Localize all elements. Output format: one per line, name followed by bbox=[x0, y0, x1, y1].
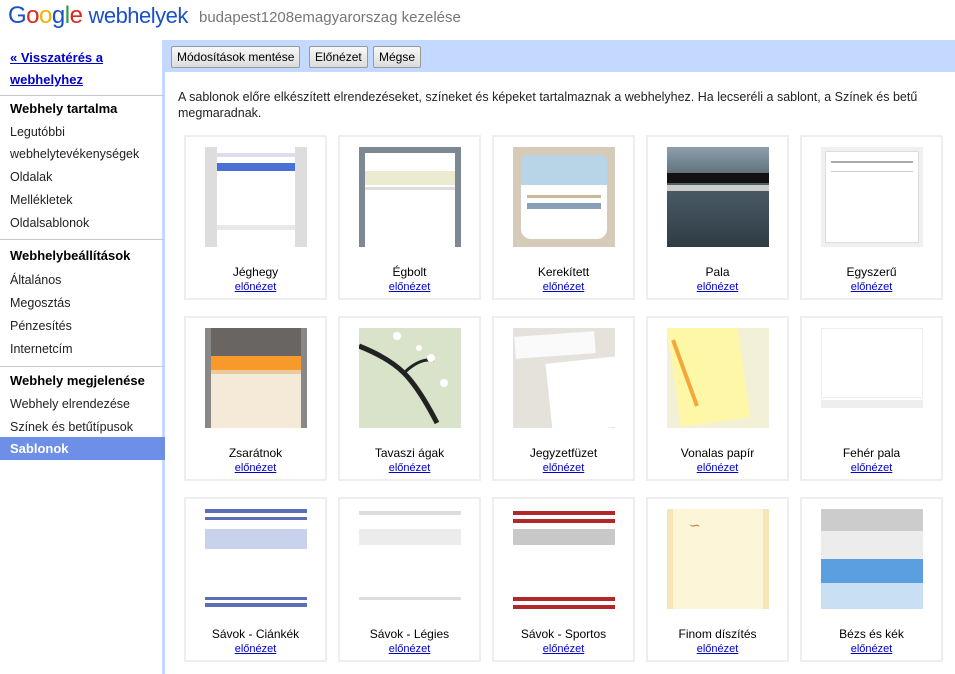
sidebar-item-attachments[interactable]: Mellékletek bbox=[10, 193, 73, 207]
template-name: Jegyzetfüzet bbox=[529, 446, 598, 460]
template-thumbnail[interactable] bbox=[205, 509, 307, 609]
template-name: Pala bbox=[705, 265, 730, 279]
template-card[interactable]: Sávok - Ciánkék előnézet bbox=[184, 497, 327, 662]
template-card[interactable]: Vonalas papír előnézet bbox=[646, 316, 789, 481]
sidebar-heading-settings: Webhelybeállítások bbox=[10, 248, 131, 263]
template-thumbnail[interactable] bbox=[359, 509, 461, 609]
template-preview-link[interactable]: előnézet bbox=[186, 462, 325, 474]
template-thumbnail[interactable] bbox=[205, 147, 307, 247]
sidebar-item-general[interactable]: Általános bbox=[10, 273, 61, 287]
template-thumbnail[interactable] bbox=[667, 328, 769, 428]
main-content: A sablonok előre elkészített elrendezése… bbox=[168, 72, 955, 674]
template-name: Finom díszítés bbox=[678, 627, 757, 641]
template-preview-link[interactable]: előnézet bbox=[186, 281, 325, 293]
template-thumbnail[interactable] bbox=[359, 147, 461, 247]
template-card[interactable]: Tavaszi ágak előnézet bbox=[338, 316, 481, 481]
template-card[interactable]: Jegyzetfüzet előnézet bbox=[492, 316, 635, 481]
template-thumbnail[interactable] bbox=[359, 328, 461, 428]
template-preview-link[interactable]: előnézet bbox=[494, 643, 633, 655]
template-thumbnail[interactable] bbox=[205, 328, 307, 428]
template-name: Sávok - Légies bbox=[369, 627, 450, 641]
template-preview-link[interactable]: előnézet bbox=[802, 643, 941, 655]
sidebar-item-pages[interactable]: Oldalak bbox=[10, 170, 52, 184]
template-name: Fehér pala bbox=[842, 446, 901, 460]
sidebar-heading-appearance: Webhely megjelenése bbox=[10, 373, 145, 388]
template-preview-link[interactable]: előnézet bbox=[186, 643, 325, 655]
back-to-site-link[interactable]: « Visszatérés a webhelyhez bbox=[10, 47, 160, 91]
template-thumbnail[interactable]: ∽ bbox=[667, 509, 769, 609]
template-thumbnail[interactable] bbox=[821, 147, 923, 247]
sidebar-heading-content: Webhely tartalma bbox=[10, 101, 118, 116]
template-card[interactable]: Sávok - Sportos előnézet bbox=[492, 497, 635, 662]
sidebar-divider bbox=[0, 95, 165, 96]
toolbar: Módosítások mentése Előnézet Mégse bbox=[165, 40, 955, 72]
template-name: Vonalas papír bbox=[680, 446, 755, 460]
template-thumbnail[interactable] bbox=[667, 147, 769, 247]
template-card[interactable]: Sávok - Légies előnézet bbox=[338, 497, 481, 662]
template-preview-link[interactable]: előnézet bbox=[340, 281, 479, 293]
template-name: Jéghegy bbox=[232, 265, 279, 279]
template-card[interactable]: Kerekített előnézet bbox=[492, 135, 635, 300]
sidebar-item-recent-activity-2[interactable]: webhelytevékenységek bbox=[10, 147, 139, 161]
save-changes-button[interactable]: Módosítások mentése bbox=[171, 46, 301, 68]
template-card[interactable]: Fehér pala előnézet bbox=[800, 316, 943, 481]
sidebar-divider bbox=[0, 366, 165, 367]
template-name: Bézs és kék bbox=[839, 627, 904, 641]
description-text: A sablonok előre elkészített elrendezése… bbox=[178, 90, 918, 120]
preview-button[interactable]: Előnézet bbox=[309, 46, 368, 68]
template-card[interactable]: Bézs és kék előnézet bbox=[800, 497, 943, 662]
template-preview-link[interactable]: előnézet bbox=[802, 462, 941, 474]
sidebar-item-themes[interactable]: Sablonok bbox=[0, 437, 165, 460]
template-card[interactable]: Égbolt előnézet bbox=[338, 135, 481, 300]
cancel-button[interactable]: Mégse bbox=[373, 46, 422, 68]
sidebar-divider bbox=[0, 239, 165, 240]
template-name: Kerekített bbox=[537, 265, 590, 279]
sidebar: « Visszatérés a webhelyhez Webhely tarta… bbox=[0, 40, 165, 674]
template-card[interactable]: Jéghegy előnézet bbox=[184, 135, 327, 300]
template-name: Tavaszi ágak bbox=[374, 446, 445, 460]
sidebar-item-sharing[interactable]: Megosztás bbox=[10, 296, 70, 310]
sidebar-item-site-layout[interactable]: Webhely elrendezése bbox=[10, 397, 130, 411]
template-preview-link[interactable]: előnézet bbox=[648, 643, 787, 655]
sidebar-item-web-address[interactable]: Internetcím bbox=[10, 342, 73, 356]
sidebar-item-page-templates[interactable]: Oldalsablonok bbox=[10, 216, 89, 230]
sidebar-item-colors-fonts[interactable]: Színek és betűtípusok bbox=[10, 420, 133, 434]
sidebar-item-monetize[interactable]: Pénzesítés bbox=[10, 319, 72, 333]
template-preview-link[interactable]: előnézet bbox=[494, 281, 633, 293]
template-preview-link[interactable]: előnézet bbox=[340, 462, 479, 474]
template-thumbnail[interactable] bbox=[821, 328, 923, 428]
template-card[interactable]: Zsarátnok előnézet bbox=[184, 316, 327, 481]
template-preview-link[interactable]: előnézet bbox=[494, 462, 633, 474]
template-thumbnail[interactable] bbox=[513, 328, 615, 428]
template-name: Egyszerű bbox=[846, 265, 897, 279]
template-card[interactable]: ∽ Finom díszítés előnézet bbox=[646, 497, 789, 662]
template-preview-link[interactable]: előnézet bbox=[648, 462, 787, 474]
template-name: Égbolt bbox=[392, 265, 427, 279]
template-preview-link[interactable]: előnézet bbox=[648, 281, 787, 293]
header: Google webhelyek budapest1208emagyarorsza… bbox=[0, 0, 955, 40]
template-thumbnail[interactable] bbox=[513, 509, 615, 609]
template-card[interactable]: Egyszerű előnézet bbox=[800, 135, 943, 300]
template-card[interactable]: Pala előnézet bbox=[646, 135, 789, 300]
sidebar-item-recent-activity-1[interactable]: Legutóbbi bbox=[10, 125, 65, 139]
template-name: Sávok - Sportos bbox=[520, 627, 607, 641]
template-preview-link[interactable]: előnézet bbox=[802, 281, 941, 293]
template-preview-link[interactable]: előnézet bbox=[340, 643, 479, 655]
template-thumbnail[interactable] bbox=[513, 147, 615, 247]
template-name: Zsarátnok bbox=[228, 446, 283, 460]
template-name: Sávok - Ciánkék bbox=[211, 627, 300, 641]
site-title: budapest1208emagyarorszag kezelése bbox=[199, 9, 461, 26]
google-sites-logo[interactable]: Google webhelyek bbox=[8, 2, 188, 30]
template-thumbnail[interactable] bbox=[821, 509, 923, 609]
